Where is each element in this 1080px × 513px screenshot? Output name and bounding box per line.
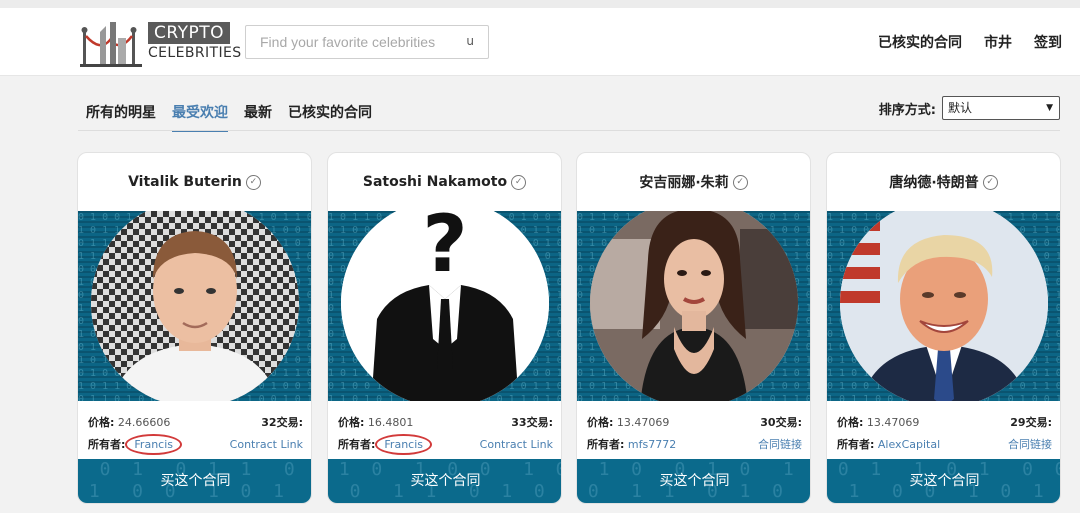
search-box: u [245, 25, 489, 59]
logo[interactable]: CRYPTO CELEBRITIES [80, 18, 241, 68]
celebrity-card: 安吉丽娜·朱莉 ✓ 0 1 1 0 1 0 0 1 1 0 1 0 0 1 1 … [576, 152, 811, 504]
celebrity-portrait[interactable] [840, 211, 1048, 401]
buy-contract-button[interactable]: 0 1 0 1 1 0 1 0 0 1 0 1 0 0 1 0 1 1 0 1 … [78, 459, 311, 503]
card-header: 安吉丽娜·朱莉 ✓ [577, 153, 810, 211]
trades-count: 33交易: [511, 416, 553, 429]
celebrity-card: Satoshi Nakamoto ✓ 1 0 1 1 0 0 1 0 1 0 0… [327, 152, 562, 504]
price-row: 价格: 16.4801 33交易: [338, 411, 553, 433]
celebrity-card: 唐纳德·特朗普 ✓ 1 1 0 1 0 1 1 0 0 1 0 1 1 0 0 … [826, 152, 1061, 504]
matrix-background: 1 0 1 1 0 0 1 0 1 0 0 1 1 0 1 0 1 0 0 1 … [328, 211, 561, 401]
verified-check-icon: ✓ [732, 174, 748, 190]
card-header: Vitalik Buterin ✓ [78, 153, 311, 211]
card-stats: 价格: 13.47069 29交易: 所有者: AlexCapital 合同链接 [827, 411, 1060, 455]
svg-text:?: ? [422, 211, 467, 290]
nav-verified-contracts[interactable]: 已核实的合同 [878, 32, 962, 52]
matrix-background: 0 1 0 0 1 1 0 1 0 1 1 0 0 1 0 1 0 1 1 0 … [78, 211, 311, 401]
contract-link[interactable]: Contract Link [480, 438, 553, 451]
price-value: 13.47069 [616, 416, 670, 429]
owner-row: 所有者: Francis Contract Link [88, 433, 303, 455]
owner-row: 所有者: mfs7772 合同链接 [587, 433, 802, 455]
celebrity-name[interactable]: Satoshi Nakamoto [363, 174, 507, 190]
price-row: 价格: 24.66606 32交易: [88, 411, 303, 433]
trades-count: 32交易: [261, 416, 303, 429]
top-nav: 已核实的合同 市井 签到 [878, 32, 1062, 52]
header: CRYPTO CELEBRITIES u 已核实的合同 市井 签到 [0, 8, 1080, 76]
tab-newest[interactable]: 最新 [244, 102, 272, 132]
owner-label: 所有者: [88, 438, 126, 451]
price-value: 13.47069 [866, 416, 920, 429]
logo-text-bottom: CELEBRITIES [148, 45, 242, 61]
trades-count: 30交易: [760, 416, 802, 429]
buy-contract-button[interactable]: 1 0 0 1 0 1 1 0 1 0 0 0 1 1 0 1 0 1 0 1 … [577, 459, 810, 503]
top-strip [0, 0, 1080, 8]
card-stats: 价格: 16.4801 33交易: 所有者: Francis Contract L… [328, 411, 561, 455]
vitalik-portrait-image [91, 211, 299, 401]
owner-link[interactable]: Francis [375, 434, 433, 455]
verified-check-icon: ✓ [511, 174, 527, 190]
owner-link[interactable]: AlexCapital [878, 438, 940, 451]
anonymous-silhouette-image: ? [341, 211, 549, 401]
price-label: 价格: [837, 416, 864, 429]
owner-label: 所有者: [587, 438, 625, 451]
trades-count: 29交易: [1010, 416, 1052, 429]
tab-verified-contracts[interactable]: 已核实的合同 [288, 102, 372, 132]
celebrity-name[interactable]: 唐纳德·特朗普 [889, 172, 978, 192]
price-label: 价格: [338, 416, 365, 429]
tab-most-popular[interactable]: 最受欢迎 [172, 102, 228, 132]
tabs-divider [78, 130, 1060, 131]
buy-contract-button[interactable]: 1 0 1 0 0 1 0 1 1 0 1 0 1 1 0 1 0 0 1 0 … [328, 459, 561, 503]
owner-row: 所有者: Francis Contract Link [338, 433, 553, 455]
search-input[interactable] [260, 26, 460, 58]
contract-link[interactable]: 合同链接 [758, 436, 802, 452]
owner-label: 所有者: [837, 438, 875, 451]
sort-label: 排序方式: [878, 102, 936, 118]
verified-check-icon: ✓ [982, 174, 998, 190]
contract-link[interactable]: Contract Link [230, 438, 303, 451]
celebrity-name[interactable]: 安吉丽娜·朱莉 [639, 172, 728, 192]
sort-selected-value: 默认 [948, 101, 973, 115]
search-icon[interactable]: u [466, 34, 474, 48]
celebrity-card: Vitalik Buterin ✓ 0 1 0 0 1 1 0 1 0 1 1 … [77, 152, 312, 504]
card-stats: 价格: 24.66606 32交易: 所有者: Francis Contract … [78, 411, 311, 455]
owner-label: 所有者: [338, 438, 376, 451]
buy-button-label: 买这个合同 [410, 473, 481, 489]
matrix-background: 0 1 1 0 1 0 0 1 1 0 1 0 0 1 1 0 0 1 0 1 … [577, 211, 810, 401]
nav-sign-in[interactable]: 签到 [1034, 32, 1062, 52]
card-header: 唐纳德·特朗普 ✓ [827, 153, 1060, 211]
velvet-rope-logo-icon [80, 22, 142, 67]
celebrity-portrait[interactable]: ? [341, 211, 549, 401]
celebrity-portrait[interactable] [91, 211, 299, 401]
owner-link[interactable]: Francis [125, 434, 183, 455]
nav-marketplace[interactable]: 市井 [984, 32, 1012, 52]
price-value: 24.66606 [117, 416, 171, 429]
trump-portrait-image [840, 211, 1048, 401]
buy-button-label: 买这个合同 [909, 473, 980, 489]
chevron-down-icon: ▼ [1046, 103, 1053, 113]
angelina-portrait-image [590, 211, 798, 401]
tab-all-stars[interactable]: 所有的明星 [86, 102, 156, 132]
verified-check-icon: ✓ [245, 174, 261, 190]
celebrity-portrait[interactable] [590, 211, 798, 401]
sort-control: 排序方式: 默认 ▼ [879, 96, 1060, 120]
price-label: 价格: [88, 416, 115, 429]
owner-link[interactable]: mfs7772 [628, 438, 676, 451]
owner-row: 所有者: AlexCapital 合同链接 [837, 433, 1052, 455]
logo-text-top: CRYPTO [148, 22, 230, 44]
buy-button-label: 买这个合同 [160, 473, 231, 489]
sort-select[interactable]: 默认 ▼ [942, 96, 1060, 120]
filter-tabs: 所有的明星 最受欢迎 最新 已核实的合同 [86, 102, 372, 132]
matrix-background: 1 1 0 1 0 1 1 0 0 1 0 1 1 0 0 1 1 0 1 0 … [827, 211, 1060, 401]
card-stats: 价格: 13.47069 30交易: 所有者: mfs7772 合同链接 [577, 411, 810, 455]
celebrity-name[interactable]: Vitalik Buterin [128, 174, 242, 190]
buy-contract-button[interactable]: 0 1 1 0 1 0 0 1 0 1 1 1 0 0 1 0 1 1 0 1 … [827, 459, 1060, 503]
price-row: 价格: 13.47069 30交易: [587, 411, 802, 433]
contract-link[interactable]: 合同链接 [1008, 436, 1052, 452]
buy-button-label: 买这个合同 [659, 473, 730, 489]
price-label: 价格: [587, 416, 614, 429]
card-header: Satoshi Nakamoto ✓ [328, 153, 561, 211]
price-value: 16.4801 [367, 416, 414, 429]
price-row: 价格: 13.47069 29交易: [837, 411, 1052, 433]
